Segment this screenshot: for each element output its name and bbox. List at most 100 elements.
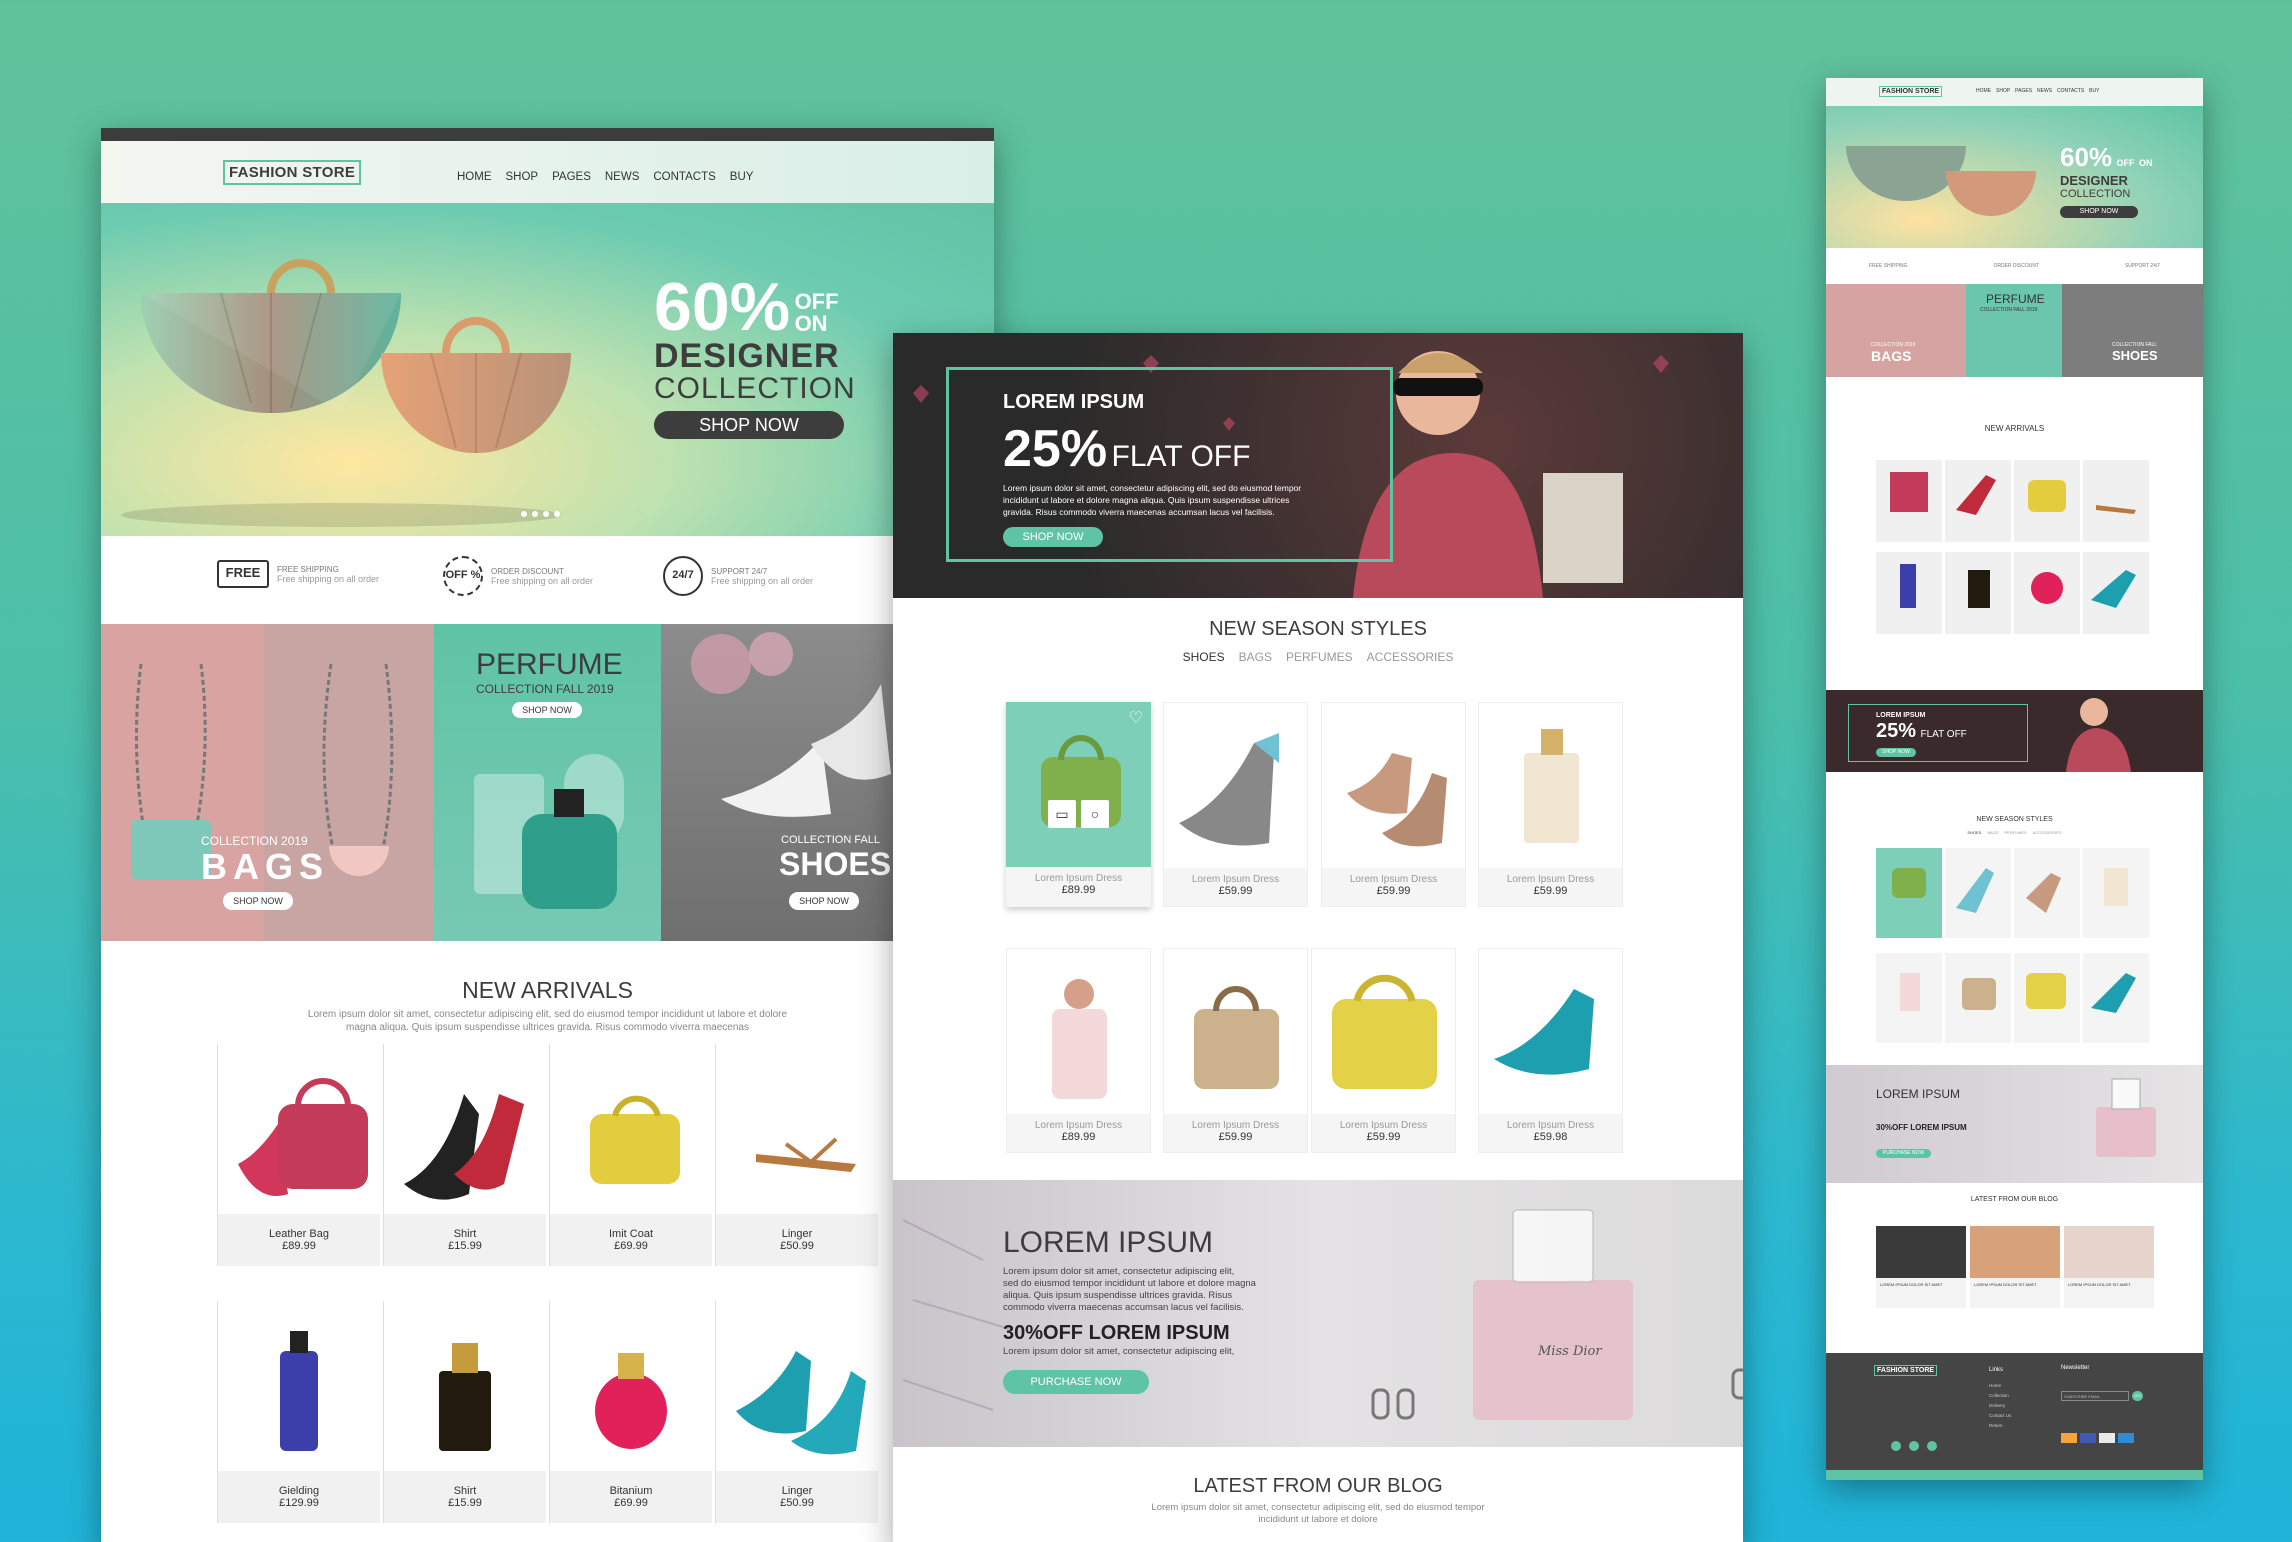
footer-link[interactable]: Delivery <box>1989 1401 2011 1411</box>
hero-line1: DESIGNER <box>654 337 840 375</box>
product-card[interactable]: Lorem Ipsum Dress £59.98 <box>1478 948 1623 1153</box>
mini-blog-card[interactable]: LOREM IPSUM DOLOR SIT AMET <box>2064 1226 2154 1308</box>
shoes-shop-now-button[interactable]: SHOP NOW <box>789 892 859 910</box>
product-card[interactable]: Lorem Ipsum Dress £59.99 <box>1321 702 1466 907</box>
mini-nav: HOME SHOP PAGES NEWS CONTACTS BUY <box>1976 88 2099 94</box>
product-name: Lorem Ipsum Dress <box>1034 873 1123 884</box>
promo-perfume[interactable]: PERFUME COLLECTION FALL 2019 SHOP NOW <box>434 624 661 941</box>
mini-promo-shoes[interactable]: COLLECTION FALL SHOES <box>2062 284 2203 377</box>
nav-shop[interactable]: SHOP <box>506 171 539 183</box>
mini-tab-bags[interactable]: BAGS <box>1987 830 1998 835</box>
product-price: £50.99 <box>780 1240 814 1252</box>
truck-icon: FREE <box>217 560 269 588</box>
bags-shop-now-button[interactable]: SHOP NOW <box>223 892 293 910</box>
nav-contacts[interactable]: CONTACTS <box>653 171 715 183</box>
search-icon[interactable]: ○ <box>1081 800 1109 828</box>
footer-link[interactable]: Collection <box>1989 1391 2011 1401</box>
mini-promo-bags[interactable]: COLLECTION 2019 BAGS <box>1826 284 1966 377</box>
twitter-icon[interactable] <box>1891 1441 1901 1451</box>
hero-text: 60% OFF ON DESIGNER COLLECTION SHOP NOW <box>654 273 855 439</box>
mini-blog-card[interactable]: LOREM IPSUM DOLOR SIT AMET <box>1970 1226 2060 1308</box>
product-price: £50.99 <box>780 1497 814 1509</box>
right-page: FASHION STORE HOME SHOP PAGES NEWS CONTA… <box>1826 78 2203 1480</box>
product-card[interactable]: Gielding £129.99 <box>217 1301 380 1523</box>
mini-arrivals-title: NEW ARRIVALS <box>1984 424 2045 433</box>
footer-link[interactable]: Home <box>1989 1381 2011 1391</box>
heart-icon[interactable]: ♡ <box>1129 708 1143 728</box>
banner-text-3: gravida. Risus commodo viverra maecenas … <box>1003 507 1275 517</box>
hero-shop-now-button[interactable]: SHOP NOW <box>654 411 844 439</box>
mini-banner-percent: 25% <box>1876 720 1917 742</box>
product-name: Imit Coat <box>608 1228 653 1240</box>
middle-page: LOREM IPSUM 25% FLAT OFF Lorem ipsum dol… <box>893 333 1743 1542</box>
product-card[interactable]: Bitanium £69.99 <box>549 1301 712 1523</box>
payment-icons <box>2061 1433 2134 1443</box>
nav-home[interactable]: HOME <box>457 171 492 183</box>
mini-nav-news[interactable]: NEWS <box>2037 88 2052 94</box>
banner-shop-now-button[interactable]: SHOP NOW <box>1003 527 1103 547</box>
mini-feature: FREE SHIPPING <box>1868 263 1908 269</box>
mini-promo-perfume[interactable]: PERFUME COLLECTION FALL 2019 <box>1966 284 2062 377</box>
product-card[interactable]: Leather Bag £89.99 <box>217 1044 380 1266</box>
purchase-now-button[interactable]: PURCHASE NOW <box>1003 1370 1149 1394</box>
hero-on: ON <box>794 311 828 336</box>
product-card[interactable]: Shirt £15.99 <box>383 1044 546 1266</box>
mini-hero-shop-button[interactable]: SHOP NOW <box>2060 206 2138 218</box>
slider-dot[interactable] <box>543 511 549 517</box>
slider-dot[interactable] <box>554 511 560 517</box>
product-image-grey-heels <box>1179 733 1279 846</box>
mini-perfume-sub: COLLECTION FALL 2019 <box>1980 307 2038 313</box>
tab-bags[interactable]: BAGS <box>1239 650 1272 664</box>
mini-nav-home[interactable]: HOME <box>1976 88 1991 94</box>
mini-banner-button[interactable]: SHOP NOW <box>1876 748 1916 757</box>
mini-nav-pages[interactable]: PAGES <box>2015 88 2032 94</box>
nav-news[interactable]: NEWS <box>605 171 640 183</box>
promo-bags[interactable]: COLLECTION 2019 BAGS SHOP NOW <box>101 624 434 941</box>
nav-pages[interactable]: PAGES <box>552 171 591 183</box>
product-card[interactable]: Imit Coat £69.99 <box>549 1044 712 1266</box>
mini-purchase-button[interactable]: PURCHASE NOW <box>1876 1149 1931 1158</box>
product-info: Lorem Ipsum Dress £59.99 <box>1164 868 1307 906</box>
product-card[interactable]: Shirt £15.99 <box>383 1301 546 1523</box>
hero-percent: 60% <box>654 269 791 345</box>
mini-nav-shop[interactable]: SHOP <box>1996 88 2010 94</box>
mini-nav-buy[interactable]: BUY <box>2089 88 2099 94</box>
mini-blog-card[interactable]: LOREM IPSUM DOLOR SIT AMET <box>1876 1226 1966 1308</box>
tab-accessories[interactable]: ACCESSORIES <box>1367 650 1454 664</box>
newsletter-go-button[interactable]: GO <box>2132 1391 2143 1401</box>
product-price: £69.99 <box>614 1497 648 1509</box>
mini-nav-contacts[interactable]: CONTACTS <box>2057 88 2084 94</box>
product-card[interactable]: Lorem Ipsum Dress £59.99 <box>1478 702 1623 907</box>
newsletter-input[interactable]: SUBSCRIBE EMAIL <box>2061 1391 2129 1401</box>
product-card-highlight[interactable]: ♡ ▭ ○ Lorem Ipsum Dress £89.99 <box>1006 702 1151 907</box>
product-card[interactable]: Lorem Ipsum Dress £59.99 <box>1163 948 1308 1153</box>
mini-feature: ORDER DISCOUNT <box>1993 263 2040 269</box>
slider-dot[interactable] <box>532 511 538 517</box>
footer-link[interactable]: Contact Us <box>1989 1411 2011 1421</box>
linkedin-icon[interactable] <box>1909 1441 1919 1451</box>
mini-tab-shoes[interactable]: SHOES <box>1967 830 1981 835</box>
cart-icon[interactable]: ▭ <box>1048 800 1076 828</box>
footer-link[interactable]: Return <box>1989 1421 2011 1431</box>
product-name: Leather Bag <box>269 1228 329 1240</box>
nav-buy[interactable]: BUY <box>730 171 754 183</box>
facebook-icon[interactable] <box>1927 1441 1937 1451</box>
product-card[interactable]: Lorem Ipsum Dress £59.99 <box>1311 948 1456 1153</box>
mini-hero-on: ON <box>2138 158 2153 168</box>
product-card[interactable]: Lorem Ipsum Dress £59.99 <box>1163 702 1308 907</box>
perfume-shop-now-button[interactable]: SHOP NOW <box>512 702 582 718</box>
mini-tab-perfumes[interactable]: PERFUMES <box>2005 830 2027 835</box>
tab-shoes[interactable]: SHOES <box>1183 650 1225 664</box>
logo[interactable]: FASHION STORE <box>223 160 362 185</box>
product-info: Gielding £129.99 <box>218 1471 380 1523</box>
blog-section: LATEST FROM OUR BLOG Lorem ipsum dolor s… <box>893 1447 1743 1542</box>
tab-perfumes[interactable]: PERFUMES <box>1286 650 1353 664</box>
product-card[interactable]: Linger £50.99 <box>715 1044 878 1266</box>
product-card[interactable]: Lorem Ipsum Dress £89.99 <box>1006 948 1151 1153</box>
offer-text-2: sed do eiusmod tempor incididunt ut labo… <box>1003 1278 1256 1289</box>
slider-dot[interactable] <box>521 511 527 517</box>
mini-tab-accessories[interactable]: ACCESSORIES <box>2033 830 2062 835</box>
mini-season-grid <box>1876 848 2151 1048</box>
mini-logo[interactable]: FASHION STORE <box>1879 86 1943 97</box>
product-card[interactable]: Linger £50.99 <box>715 1301 878 1523</box>
